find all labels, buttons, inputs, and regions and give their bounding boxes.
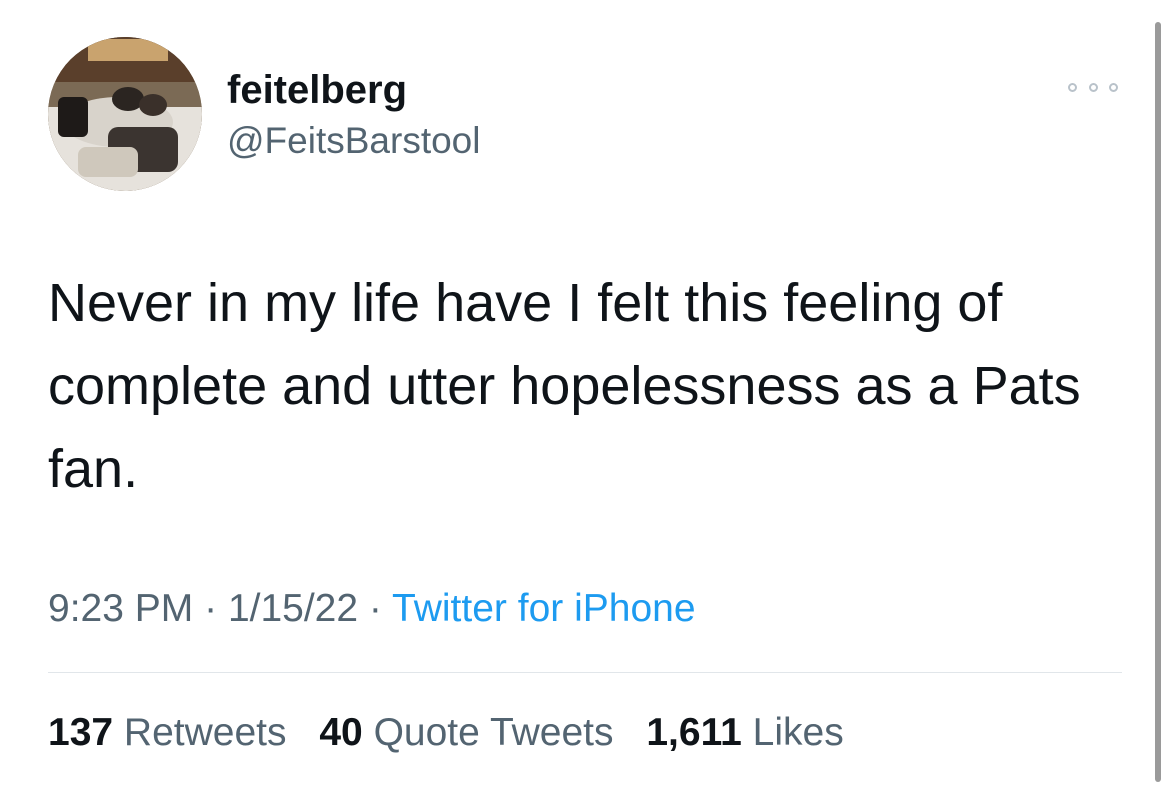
user-handle[interactable]: @FeitsBarstool [227, 118, 480, 164]
likes-label: Likes [752, 711, 844, 754]
dot-icon [1088, 82, 1098, 92]
quote-tweets-stat[interactable]: 40 Quote Tweets [319, 709, 613, 757]
scrollbar[interactable] [1155, 22, 1161, 782]
likes-stat[interactable]: 1,611 Likes [646, 709, 843, 757]
display-name[interactable]: feitelberg [227, 66, 407, 114]
tweet-stats: 137 Retweets 40 Quote Tweets 1,611 Likes [48, 709, 866, 757]
avatar-photo [48, 37, 202, 191]
quote-tweets-label: Quote Tweets [373, 711, 614, 754]
tweet-source-link[interactable]: Twitter for iPhone [392, 587, 695, 630]
retweets-stat[interactable]: 137 Retweets [48, 709, 287, 757]
retweets-label: Retweets [123, 711, 287, 754]
more-options-icon[interactable] [1068, 72, 1118, 102]
tweet-date[interactable]: 1/15/22 [228, 587, 358, 630]
tweet-time[interactable]: 9:23 PM [48, 587, 193, 630]
meta-separator: · [204, 587, 218, 630]
tweet-meta: 9:23 PM · 1/15/22 · Twitter for iPhone [48, 585, 696, 633]
likes-count: 1,611 [646, 711, 742, 754]
dot-icon [1109, 82, 1118, 92]
retweets-count: 137 [48, 711, 114, 754]
tweet-card: feitelberg @FeitsBarstool Never in my li… [0, 0, 1170, 789]
divider [48, 672, 1122, 673]
dot-icon [1068, 82, 1077, 92]
quote-tweets-count: 40 [319, 711, 363, 754]
avatar[interactable] [48, 37, 202, 191]
meta-separator: · [368, 587, 382, 630]
tweet-text: Never in my life have I felt this feelin… [48, 273, 1081, 499]
